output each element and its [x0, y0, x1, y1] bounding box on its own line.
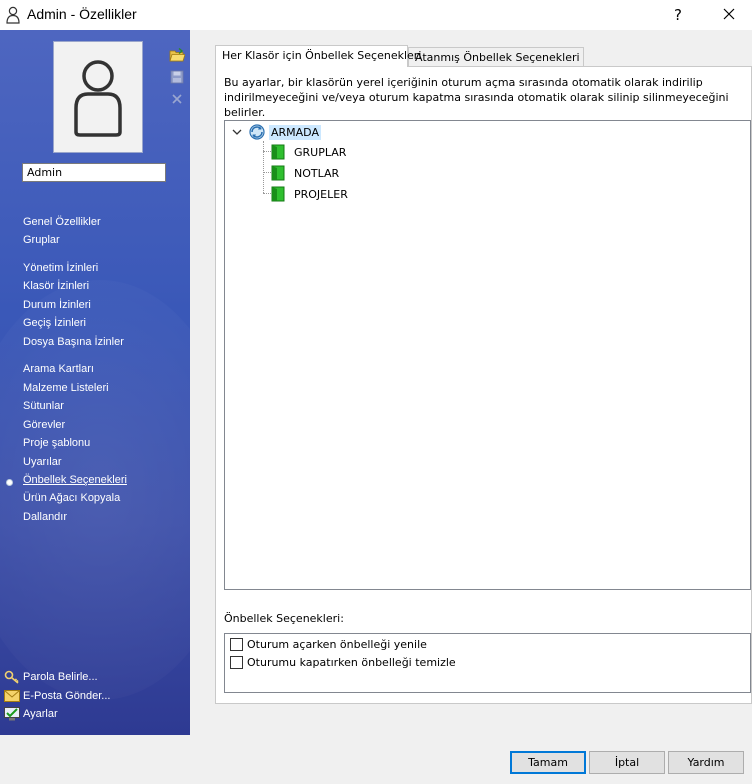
settings-link[interactable]: Ayarlar — [4, 707, 58, 721]
active-item-bullet — [6, 479, 13, 486]
user-icon — [6, 6, 20, 27]
sidebar-item-groups[interactable]: Gruplar — [23, 234, 60, 246]
sidebar-item-bill-of-materials[interactable]: Malzeme Listeleri — [23, 382, 109, 394]
tree-node-label: NOTLAR — [294, 166, 340, 180]
refresh-cache-label: Oturum açarken önbelleği yenile — [247, 638, 427, 651]
tree-node-folder[interactable]: GRUPLAR — [271, 144, 348, 160]
send-email-label: E-Posta Gönder... — [23, 690, 111, 702]
refresh-cache-on-login-option[interactable]: Oturum açarken önbelleği yenile — [230, 638, 427, 651]
tab-assigned-cache[interactable]: Atanmış Önbellek Seçenekleri — [408, 47, 584, 68]
cache-options-box: Oturum açarken önbelleği yenile Oturumu … — [224, 633, 751, 693]
help-dialog-button[interactable]: Yardım — [668, 751, 744, 774]
tree-node-label: GRUPLAR — [294, 145, 347, 159]
sidebar-item-admin-permissions[interactable]: Yönetim İzinleri — [23, 262, 98, 274]
close-icon — [723, 6, 735, 24]
close-button[interactable] — [706, 0, 752, 30]
title-bar: Admin - Özellikler ? — [0, 0, 752, 30]
key-icon — [4, 670, 20, 684]
avatar-tools — [168, 46, 188, 112]
set-password-link[interactable]: Parola Belirle... — [4, 670, 98, 684]
sidebar: Genel Özellikler Gruplar Yönetim İzinler… — [0, 30, 190, 735]
sidebar-item-warnings[interactable]: Uyarılar — [23, 456, 62, 468]
tree-node-folder[interactable]: PROJELER — [271, 186, 350, 202]
avatar — [53, 41, 143, 153]
green-folder-icon — [271, 186, 285, 202]
tree-connector — [263, 151, 271, 152]
green-folder-icon — [271, 144, 285, 160]
tab-per-folder-cache[interactable]: Her Klasör için Önbellek Seçenekleri — [215, 45, 421, 67]
sidebar-item-state-permissions[interactable]: Durum İzinleri — [23, 299, 91, 311]
sidebar-item-folder-permissions[interactable]: Klasör İzinleri — [23, 280, 89, 292]
sidebar-item-per-file-permissions[interactable]: Dosya Başına İzinler — [23, 336, 124, 348]
settings-label: Ayarlar — [23, 708, 58, 720]
ok-button[interactable]: Tamam — [510, 751, 586, 774]
help-button[interactable]: ? — [655, 0, 701, 30]
main-panel: Her Klasör için Önbellek Seçenekleri Ata… — [215, 45, 752, 705]
settings-monitor-icon — [4, 707, 20, 721]
set-password-label: Parola Belirle... — [23, 671, 98, 683]
description-text: Bu ayarlar, bir klasörün yerel içeriğini… — [224, 76, 729, 119]
send-email-link[interactable]: E-Posta Gönder... — [4, 689, 110, 703]
envelope-icon — [4, 689, 20, 703]
sidebar-item-transition-permissions[interactable]: Geçiş İzinleri — [23, 317, 86, 329]
tree-connector — [263, 172, 271, 173]
cache-options-label: Önbellek Seçenekleri: — [224, 612, 344, 625]
tree-node-label: PROJELER — [294, 187, 348, 201]
sidebar-item-branch[interactable]: Dallandır — [23, 511, 67, 523]
tree-connector — [263, 141, 264, 193]
vault-sync-icon — [248, 123, 266, 141]
clear-cache-label: Oturumu kapatırken önbelleği temizle — [247, 656, 456, 669]
tree-node-label: ARMADA — [269, 124, 321, 140]
sidebar-item-tasks[interactable]: Görevler — [23, 419, 65, 431]
tree-node-folder[interactable]: NOTLAR — [271, 165, 341, 181]
folder-tree[interactable]: ARMADA GRUPLAR NOTLAR PROJELER — [224, 120, 751, 590]
sidebar-item-cache-options[interactable]: Önbellek Seçenekleri — [23, 474, 127, 486]
sidebar-item-columns[interactable]: Sütunlar — [23, 400, 64, 412]
sidebar-item-copy-tree[interactable]: Ürün Ağacı Kopyala — [23, 492, 120, 504]
tab-panel: Bu ayarlar, bir klasörün yerel içeriğini… — [215, 66, 752, 704]
green-folder-icon — [271, 165, 285, 181]
save-icon[interactable] — [168, 68, 186, 86]
clear-cache-checkbox[interactable] — [230, 656, 243, 669]
clear-cache-on-logout-option[interactable]: Oturumu kapatırken önbelleği temizle — [230, 656, 456, 669]
cancel-button[interactable]: İptal — [589, 751, 665, 774]
delete-icon[interactable] — [168, 90, 186, 108]
open-folder-icon[interactable] — [168, 46, 186, 64]
sidebar-item-general-properties[interactable]: Genel Özellikler — [23, 216, 101, 228]
tree-connector — [263, 193, 271, 194]
sidebar-item-project-template[interactable]: Proje şablonu — [23, 437, 90, 449]
tree-node-root[interactable]: ARMADA — [231, 123, 321, 141]
user-avatar-icon — [74, 60, 122, 137]
window-title: Admin - Özellikler — [27, 6, 137, 22]
username-field[interactable] — [22, 163, 166, 182]
refresh-cache-checkbox[interactable] — [230, 638, 243, 651]
chevron-down-icon[interactable] — [231, 128, 243, 136]
sidebar-item-search-cards[interactable]: Arama Kartları — [23, 363, 94, 375]
